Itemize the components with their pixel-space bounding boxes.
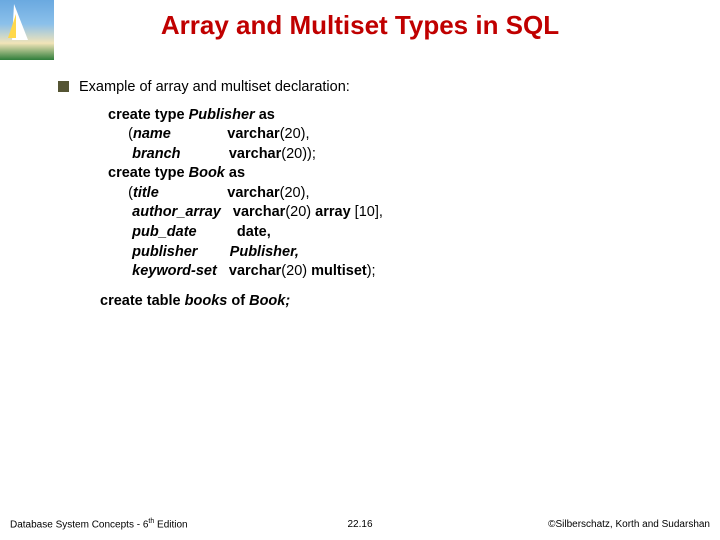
kw-create-table: create table (100, 293, 185, 309)
field-title: title (133, 185, 159, 201)
type-varchar: varchar (221, 204, 286, 220)
type-varchar: varchar (181, 146, 282, 162)
create-table-line: create table books of Book; (100, 292, 668, 312)
code-line-5: (title varchar(20), (108, 184, 668, 204)
kw-multiset: multiset (311, 263, 367, 279)
type-varchar: varchar (171, 126, 280, 142)
close-paren: ); (367, 263, 376, 279)
typename-book-ref: Book (249, 293, 285, 309)
code-line-4: create type Book as (108, 164, 668, 184)
indent (108, 146, 132, 162)
typename-publisher: Publisher (189, 107, 255, 123)
field-author-array: author_array (132, 204, 221, 220)
size-20: (20), (280, 126, 310, 142)
kw-of: of (227, 293, 249, 309)
kw-as: as (225, 165, 245, 181)
type-varchar: varchar (217, 263, 282, 279)
code-line-1: create type Publisher as (108, 106, 668, 126)
code-line-6: author_array varchar(20) array [10], (108, 203, 668, 223)
kw-create-type: create type (108, 165, 189, 181)
size-20: (20) (285, 204, 315, 220)
kw-create-type: create type (108, 107, 189, 123)
paren-open: ( (108, 126, 133, 142)
kw-as: as (255, 107, 275, 123)
bullet-square-icon (58, 81, 69, 92)
footer-right: ©Silberschatz, Korth and Sudarshan (548, 519, 710, 530)
slide-title: Array and Multiset Types in SQL (0, 10, 720, 41)
field-name: name (133, 126, 171, 142)
code-line-7: pub_date date, (108, 223, 668, 243)
paren-open: ( (108, 185, 133, 201)
code-line-9: keyword-set varchar(20) multiset); (108, 262, 668, 282)
semicolon: ; (285, 293, 290, 309)
indent (108, 263, 132, 279)
field-pub-date: pub_date (132, 224, 196, 240)
code-line-8: publisher Publisher, (108, 243, 668, 263)
array-size-10: [10], (351, 204, 383, 220)
tablename-books: books (185, 293, 228, 309)
bullet-text: Example of array and multiset declaratio… (79, 78, 350, 98)
code-block: create type Publisher as (name varchar(2… (108, 106, 668, 282)
size-20: (20), (280, 185, 310, 201)
bullet-item: Example of array and multiset declaratio… (58, 78, 668, 98)
kw-array: array (315, 204, 350, 220)
type-varchar: varchar (159, 185, 280, 201)
indent (108, 204, 132, 220)
type-date: date, (197, 224, 271, 240)
size-20-close: (20)); (281, 146, 316, 162)
slide: Array and Multiset Types in SQL Example … (0, 0, 720, 540)
type-publisher: Publisher, (197, 244, 299, 260)
indent (108, 244, 132, 260)
field-publisher: publisher (132, 244, 197, 260)
code-line-2: (name varchar(20), (108, 125, 668, 145)
field-branch: branch (132, 146, 180, 162)
indent (108, 224, 132, 240)
code-line-3: branch varchar(20)); (108, 145, 668, 165)
typename-book: Book (189, 165, 225, 181)
size-20: (20) (281, 263, 311, 279)
field-keyword-set: keyword-set (132, 263, 217, 279)
slide-body: Example of array and multiset declaratio… (58, 78, 668, 311)
